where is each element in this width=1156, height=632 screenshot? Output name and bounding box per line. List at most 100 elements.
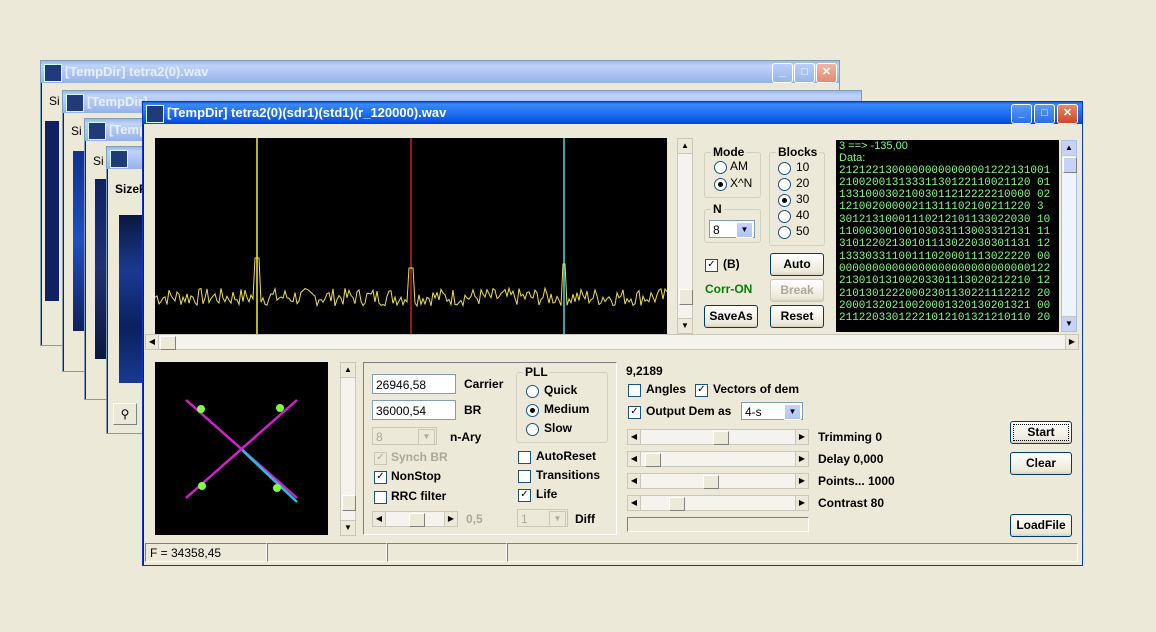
auto-button[interactable]: Auto <box>770 253 824 276</box>
clear-button[interactable]: Clear <box>1010 452 1072 475</box>
spectrum-display[interactable] <box>154 138 668 334</box>
chevron-down-icon[interactable]: ▼ <box>784 404 801 420</box>
corr-status: Corr-ON <box>705 282 753 296</box>
constellation-display[interactable] <box>155 362 328 535</box>
break-button[interactable]: Break <box>770 279 824 302</box>
scroll-down-arrow[interactable]: ▼ <box>341 520 355 535</box>
transitions-checkbox[interactable] <box>518 470 531 483</box>
saveas-button[interactable]: SaveAs <box>704 305 758 328</box>
nary-select[interactable]: 8 ▼ <box>372 427 437 445</box>
data-text-panel[interactable]: 3 ==> -135,00 Data: 21212213000000000000… <box>836 140 1059 332</box>
constellation-vector <box>241 449 298 503</box>
slider-label: Trimming 0 <box>818 430 883 444</box>
reset-button[interactable]: Reset <box>770 305 824 328</box>
output-dem-checkbox[interactable]: ✓ <box>628 406 641 419</box>
nonstop-checkbox[interactable]: ✓ <box>374 471 387 484</box>
scroll-down-arrow[interactable]: ▼ <box>678 318 692 333</box>
synch-br-checkbox[interactable]: ✓ <box>374 452 387 465</box>
scroll-right-arrow[interactable]: ▶ <box>1065 335 1078 349</box>
blocks-50-radio[interactable] <box>778 226 791 239</box>
slider-left-arrow[interactable]: ◀ <box>373 512 386 526</box>
autoreset-label: AutoReset <box>536 449 597 463</box>
scroll-up-arrow[interactable]: ▲ <box>678 139 692 154</box>
data-line: 21002001313331130122110021120 01 <box>839 176 1051 189</box>
title-bar[interactable]: [TempDir] tetra2(0).wav _ □ ✕ <box>41 61 839 83</box>
app-icon <box>110 150 128 168</box>
slider-thumb[interactable] <box>409 513 425 527</box>
scroll-thumb[interactable] <box>160 336 176 350</box>
scroll-up-arrow[interactable]: ▲ <box>1062 141 1076 156</box>
blocks-30-radio[interactable] <box>778 194 791 207</box>
data-vertical-scrollbar[interactable]: ▲ ▼ <box>1061 140 1077 332</box>
spectrum-vertical-scrollbar[interactable]: ▲ ▼ <box>677 138 693 334</box>
nary-value: 8 <box>376 430 383 444</box>
parameter-slider[interactable]: ◀ ▶ <box>627 429 809 445</box>
scroll-left-arrow[interactable]: ◀ <box>146 335 159 349</box>
scroll-down-arrow[interactable]: ▼ <box>1062 316 1076 331</box>
close-button[interactable]: ✕ <box>816 63 837 83</box>
slider-right-arrow[interactable]: ▶ <box>795 430 808 444</box>
pll-quick-label: Quick <box>544 383 578 397</box>
slider-left-arrow[interactable]: ◀ <box>628 430 641 444</box>
br-field[interactable]: 36000,54 <box>372 400 456 420</box>
pll-slow-radio[interactable] <box>526 423 539 436</box>
parameter-slider[interactable]: ◀ ▶ <box>627 495 809 511</box>
autoreset-checkbox[interactable] <box>518 451 531 464</box>
slider-left-arrow[interactable]: ◀ <box>628 452 641 466</box>
blocks-50-label: 50 <box>796 224 810 238</box>
vectors-checkbox[interactable]: ✓ <box>695 384 708 397</box>
slider-right-arrow[interactable]: ▶ <box>795 474 808 488</box>
main-window[interactable]: [TempDir] tetra2(0)(sdr1)(std1)(r_120000… <box>142 101 1083 566</box>
output-dem-select[interactable]: 4-s ▼ <box>741 402 803 420</box>
minimize-button[interactable]: _ <box>772 63 793 83</box>
maximize-button[interactable]: □ <box>794 63 815 83</box>
n-value: 8 <box>713 223 720 237</box>
n-select[interactable]: 8 ▼ <box>709 220 755 238</box>
chevron-down-icon[interactable]: ▼ <box>418 429 435 445</box>
app-icon <box>146 105 164 123</box>
blocks-20-radio[interactable] <box>778 178 791 191</box>
data-lines: 21212213000000000000001222131001 21002001… <box>839 165 1059 325</box>
chevron-down-icon[interactable]: ▼ <box>549 511 566 527</box>
blocks-40-radio[interactable] <box>778 210 791 223</box>
scroll-thumb[interactable] <box>679 289 693 305</box>
maximize-button[interactable]: □ <box>1034 104 1055 124</box>
rrc-filter-checkbox[interactable] <box>374 491 387 504</box>
mode-am-radio[interactable] <box>714 161 727 174</box>
title-bar[interactable]: [TempDir] tetra2(0)(sdr1)(std1)(r_120000… <box>143 102 1082 124</box>
angles-label: Angles <box>646 382 687 396</box>
minimize-button[interactable]: _ <box>1011 104 1032 124</box>
slider-right-arrow[interactable]: ▶ <box>444 512 457 526</box>
slider-thumb[interactable] <box>645 453 662 467</box>
slider-thumb[interactable] <box>703 475 720 489</box>
slider-right-arrow[interactable]: ▶ <box>795 452 808 466</box>
constellation-vertical-scrollbar[interactable]: ▲ ▼ <box>340 362 356 536</box>
main-horizontal-scrollbar[interactable]: ◀ ▶ <box>145 334 1079 350</box>
pll-medium-radio[interactable] <box>526 404 539 417</box>
slider-left-arrow[interactable]: ◀ <box>628 474 641 488</box>
life-checkbox[interactable]: ✓ <box>518 489 531 502</box>
zoom-icon[interactable]: ⚲ <box>113 403 137 425</box>
slider-thumb[interactable] <box>712 431 729 445</box>
mode-xn-radio[interactable] <box>714 178 727 191</box>
close-button[interactable]: ✕ <box>1057 104 1078 124</box>
scroll-up-arrow[interactable]: ▲ <box>341 363 355 378</box>
parameter-slider[interactable]: ◀ ▶ <box>627 451 809 467</box>
slider-left-arrow[interactable]: ◀ <box>628 496 641 510</box>
slider-right-arrow[interactable]: ▶ <box>795 496 808 510</box>
chevron-down-icon[interactable]: ▼ <box>736 222 753 238</box>
scroll-thumb[interactable] <box>1063 157 1077 173</box>
carrier-field[interactable]: 26946,58 <box>372 374 456 394</box>
scroll-thumb[interactable] <box>342 495 356 511</box>
b-checkbox[interactable]: ✓ <box>705 259 718 272</box>
rrc-slider[interactable]: ◀ ▶ <box>372 511 458 527</box>
slider-thumb[interactable] <box>668 497 685 511</box>
blocks-10-radio[interactable] <box>778 162 791 175</box>
pll-quick-radio[interactable] <box>526 385 539 398</box>
loadfile-button[interactable]: LoadFile <box>1010 514 1072 537</box>
progress-bar <box>627 517 809 532</box>
angles-checkbox[interactable] <box>628 384 641 397</box>
start-button[interactable]: Start <box>1010 421 1072 444</box>
diff-select[interactable]: 1 ▼ <box>517 509 568 527</box>
parameter-slider[interactable]: ◀ ▶ <box>627 473 809 489</box>
